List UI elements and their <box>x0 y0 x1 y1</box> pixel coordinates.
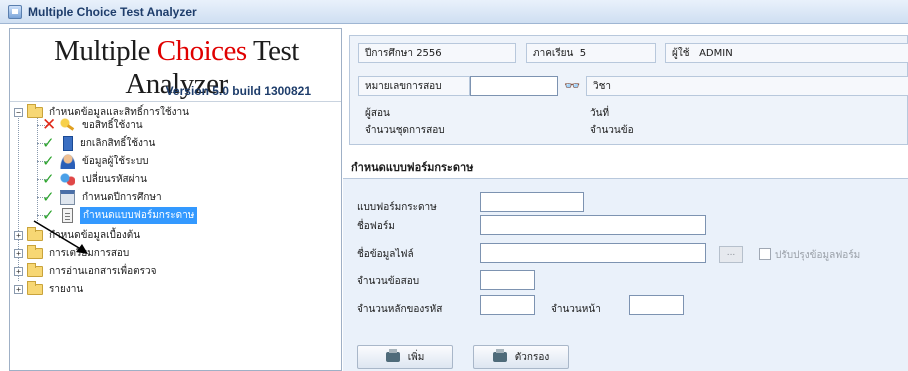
user-icon <box>60 153 75 169</box>
expand-icon[interactable]: + <box>14 248 23 258</box>
user-label: ผู้ใช้ <box>672 47 690 59</box>
window-title: Multiple Choice Test Analyzer <box>28 4 197 19</box>
code-digits-input[interactable] <box>480 295 535 315</box>
tree-item-reports[interactable]: + รายงาน <box>14 280 83 298</box>
exam-number-input[interactable] <box>470 76 558 96</box>
calendar-icon <box>60 189 75 205</box>
check-icon: ✓ <box>42 152 55 170</box>
year-field: ปีการศึกษา 2556 <box>358 43 516 63</box>
exam-sets-label: จำนวนชุดการสอบ <box>365 125 445 136</box>
tree-item-academic-year[interactable]: ✓ กำหนดปีการศึกษา <box>42 188 162 206</box>
tree-item-label: ขอสิทธิ์ใช้งาน <box>82 119 143 131</box>
user-field: ผู้ใช้ ADMIN <box>665 43 908 63</box>
filter-button-label: ตัวกรอง <box>514 351 550 363</box>
add-button[interactable]: เพิ่ม <box>357 345 453 369</box>
expand-icon[interactable]: + <box>14 266 23 276</box>
data-file-label: ชื่อข้อมูลไฟล์ <box>357 249 414 260</box>
expand-icon[interactable]: + <box>14 230 23 240</box>
year-value: 2556 <box>416 47 442 59</box>
page-count-input[interactable] <box>629 295 684 315</box>
question-count-info-label: จำนวนข้อ <box>590 125 634 136</box>
paper-form-input[interactable] <box>480 192 584 212</box>
expand-icon[interactable]: + <box>14 284 23 294</box>
folder-icon <box>27 280 43 295</box>
term-field: ภาคเรียน 5 <box>526 43 656 63</box>
paper-form-label: แบบฟอร์มกระดาษ <box>357 202 437 213</box>
section-title: กำหนดแบบฟอร์มกระดาษ <box>351 161 474 174</box>
add-button-label: เพิ่ม <box>407 351 425 363</box>
filter-icon <box>492 349 507 362</box>
collapse-icon[interactable]: − <box>14 107 23 117</box>
brand-text-2: Choices <box>156 35 247 67</box>
exam-info-panel: ปีการศึกษา 2556 ภาคเรียน 5 ผู้ใช้ ADMIN … <box>349 35 908 145</box>
user-value: ADMIN <box>699 47 733 59</box>
tree-item-change-password[interactable]: ✓ เปลี่ยนรหัสผ่าน <box>42 170 147 188</box>
page-count-label: จำนวนหน้า <box>551 304 601 315</box>
update-form-checkbox-label: ปรับปรุงข้อมูลฟอร์ม <box>775 250 861 261</box>
check-icon: ✓ <box>42 134 55 152</box>
tree-item-label: การอ่านเอกสารเพื่อตรวจ <box>49 265 157 277</box>
app-icon <box>8 4 22 19</box>
check-icon: ✓ <box>42 188 55 206</box>
tree-item-document-reading[interactable]: + การอ่านเอกสารเพื่อตรวจ <box>14 262 156 280</box>
tree-item-revoke-permission[interactable]: ✓ ยกเลิกสิทธิ์ใช้งาน <box>42 134 155 152</box>
tree-item-label: กำหนดแบบฟอร์มกระดาษ <box>80 206 198 224</box>
version-label: Version 5.0 build 1300821 <box>165 84 311 98</box>
check-icon: ✓ <box>42 170 55 188</box>
exam-number-label-cell: หมายเลขการสอบ <box>358 76 470 96</box>
year-label: ปีการศึกษา <box>365 47 413 59</box>
tree-item-label: ยกเลิกสิทธิ์ใช้งาน <box>80 137 156 149</box>
tree-item-request-permission[interactable]: ✕ ขอสิทธิ์ใช้งาน <box>42 116 143 134</box>
pointer-arrow <box>33 220 88 254</box>
brand-text-1: Multiple <box>54 35 157 67</box>
folder-icon <box>27 262 43 277</box>
left-panel: Multiple Choices Test Analyzer Version 5… <box>9 28 342 371</box>
subject-field: วิชา <box>586 76 908 96</box>
tree-item-label: รายงาน <box>49 283 84 295</box>
form-name-input[interactable] <box>480 215 706 235</box>
key-icon <box>60 117 75 133</box>
trash-icon <box>63 135 73 151</box>
update-form-checkbox[interactable] <box>759 248 771 260</box>
subject-label: วิชา <box>593 80 612 92</box>
filter-button[interactable]: ตัวกรอง <box>473 345 569 369</box>
question-count-input[interactable] <box>480 270 535 290</box>
folder-icon <box>27 103 43 118</box>
add-icon <box>385 349 400 362</box>
form-name-label: ชื่อฟอร์ม <box>357 221 395 232</box>
tree-connector <box>37 116 38 223</box>
term-value: 5 <box>579 47 587 59</box>
window-titlebar: Multiple Choice Test Analyzer <box>0 0 908 24</box>
teacher-label: ผู้สอน <box>365 108 390 119</box>
binoculars-icon[interactable]: 👓 <box>564 79 580 94</box>
x-mark-icon: ✕ <box>42 115 57 135</box>
tree-item-label: ข้อมูลผู้ใช้ระบบ <box>82 155 149 167</box>
tree-item-user-info[interactable]: ✓ ข้อมูลผู้ใช้ระบบ <box>42 152 149 170</box>
exam-number-label: หมายเลขการสอบ <box>365 80 442 92</box>
paper-form-panel: แบบฟอร์มกระดาษ ชื่อฟอร์ม ชื่อข้อมูลไฟล์ … <box>343 178 908 371</box>
tree-item-label: เปลี่ยนรหัสผ่าน <box>82 173 147 185</box>
keys-icon <box>60 171 75 187</box>
question-count-label: จำนวนข้อสอบ <box>357 276 420 287</box>
tree-item-label: กำหนดปีการศึกษา <box>82 191 162 203</box>
date-label: วันที่ <box>590 108 610 119</box>
browse-button[interactable]: ... <box>719 246 743 263</box>
code-digits-label: จำนวนหลักของรหัส <box>357 304 443 315</box>
term-label: ภาคเรียน <box>533 47 574 59</box>
data-file-input[interactable] <box>480 243 706 263</box>
